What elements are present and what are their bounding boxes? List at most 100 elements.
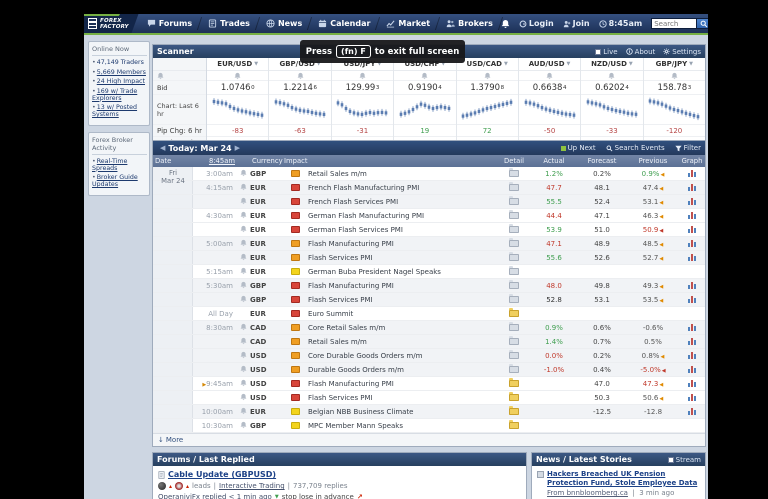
graph-icon[interactable] bbox=[688, 170, 696, 177]
alert-bell-icon[interactable] bbox=[240, 267, 247, 277]
alert-bell-icon[interactable] bbox=[240, 169, 247, 179]
alert-bell-icon[interactable] bbox=[240, 197, 247, 207]
alert-bell-icon[interactable] bbox=[269, 71, 330, 81]
calendar-event-row[interactable]: GBPFlash Services PMI52.853.153.5◀ bbox=[153, 293, 705, 307]
live-checkbox[interactable] bbox=[595, 49, 601, 55]
detail-folder-icon[interactable] bbox=[509, 282, 519, 289]
pair-name[interactable]: NZD/USD▼ bbox=[581, 58, 642, 71]
alert-bell-icon[interactable] bbox=[519, 71, 580, 81]
impact-orange-icon[interactable] bbox=[291, 338, 300, 345]
sidebar-item[interactable]: •5,669 Members bbox=[92, 69, 147, 76]
graph-icon[interactable] bbox=[688, 296, 696, 303]
more-button[interactable]: ↓More bbox=[158, 436, 183, 444]
impact-red-icon[interactable] bbox=[291, 184, 300, 191]
alert-bell-icon[interactable] bbox=[240, 393, 247, 403]
alert-bell-icon[interactable] bbox=[240, 365, 247, 375]
alert-bell-icon[interactable] bbox=[240, 281, 247, 291]
login-button[interactable]: Login bbox=[519, 19, 554, 28]
impact-yellow-icon[interactable] bbox=[291, 422, 300, 429]
detail-folder-icon[interactable] bbox=[509, 408, 519, 415]
sidebar-item[interactable]: •13 w/ Posted Systems bbox=[92, 104, 147, 118]
pair-name[interactable]: USD/CAD▼ bbox=[457, 58, 518, 71]
graph-icon[interactable] bbox=[688, 352, 696, 359]
chart-row-label[interactable]: Chart: Last 6 hr bbox=[153, 95, 206, 125]
detail-folder-icon[interactable] bbox=[509, 310, 519, 317]
impact-red-icon[interactable] bbox=[291, 394, 300, 401]
calendar-event-row[interactable]: CADRetail Sales m/m1.4%0.7%0.5% bbox=[153, 335, 705, 349]
alert-bell-icon[interactable] bbox=[240, 183, 247, 193]
nav-tab-forums[interactable]: Forums bbox=[139, 14, 200, 33]
calendar-event-row[interactable]: 10:30amGBPMPC Member Mann Speaks bbox=[153, 419, 705, 433]
detail-folder-icon[interactable] bbox=[509, 366, 519, 373]
calendar-event-row[interactable]: USDDurable Goods Orders m/m-1.0%0.4%-5.0… bbox=[153, 363, 705, 377]
sparkline-chart[interactable] bbox=[644, 95, 705, 125]
alert-bell-icon[interactable] bbox=[240, 253, 247, 263]
calendar-event-row[interactable]: 3:00amGBPRetail Sales m/m1.2%0.2%0.9%◀ bbox=[153, 167, 705, 181]
alert-bell-icon[interactable] bbox=[240, 379, 247, 389]
sidebar-item[interactable]: •Real-Time Spreads bbox=[92, 158, 147, 172]
impact-yellow-icon[interactable] bbox=[291, 408, 300, 415]
calendar-prev-day-arrow[interactable]: ◀ bbox=[157, 144, 168, 152]
clock-time[interactable]: 8:45am bbox=[599, 19, 643, 28]
pair-name[interactable]: AUD/USD▼ bbox=[519, 58, 580, 71]
graph-icon[interactable] bbox=[688, 184, 696, 191]
alert-bell-icon[interactable] bbox=[581, 71, 642, 81]
calendar-event-row[interactable]: USDFlash Services PMI50.350.6◀ bbox=[153, 391, 705, 405]
sparkline-chart[interactable] bbox=[581, 95, 642, 125]
impact-orange-icon[interactable] bbox=[291, 324, 300, 331]
alert-bell-icon[interactable] bbox=[394, 71, 455, 81]
pair-name[interactable]: EUR/USD▼ bbox=[207, 58, 268, 71]
impact-red-icon[interactable] bbox=[291, 380, 300, 387]
avatar[interactable] bbox=[175, 482, 183, 490]
news-story-link[interactable]: Hackers Breached UK Pension Protection F… bbox=[547, 470, 697, 487]
detail-folder-icon[interactable] bbox=[509, 338, 519, 345]
alert-bell-icon[interactable] bbox=[240, 239, 247, 249]
detail-folder-icon[interactable] bbox=[509, 324, 519, 331]
join-button[interactable]: Join bbox=[563, 19, 590, 28]
forex-factory-logo[interactable]: FOREX FACTORY bbox=[84, 14, 129, 33]
sparkline-chart[interactable] bbox=[519, 95, 580, 125]
impact-orange-icon[interactable] bbox=[291, 366, 300, 373]
impact-orange-icon[interactable] bbox=[291, 170, 300, 177]
alert-bell-icon[interactable] bbox=[240, 407, 247, 417]
sparkline-chart[interactable] bbox=[332, 95, 393, 125]
alert-bell-icon[interactable] bbox=[207, 71, 268, 81]
calendar-event-row[interactable]: 4:30amEURGerman Flash Manufacturing PMI4… bbox=[153, 209, 705, 223]
alert-bell-icon[interactable] bbox=[240, 351, 247, 361]
detail-folder-icon[interactable] bbox=[509, 380, 519, 387]
calendar-event-row[interactable]: EURGerman Flash Services PMI53.951.050.9… bbox=[153, 223, 705, 237]
nav-tab-market[interactable]: Market bbox=[378, 14, 438, 33]
impact-red-icon[interactable] bbox=[291, 198, 300, 205]
news-source-link[interactable]: From bnnbloomberg.ca bbox=[547, 489, 628, 497]
impact-orange-icon[interactable] bbox=[291, 352, 300, 359]
detail-folder-icon[interactable] bbox=[509, 296, 519, 303]
sparkline-chart[interactable] bbox=[457, 95, 518, 125]
up-next-button[interactable]: Up Next bbox=[561, 144, 596, 152]
pair-name[interactable]: GBP/JPY▼ bbox=[644, 58, 705, 71]
detail-folder-icon[interactable] bbox=[509, 226, 519, 233]
detail-folder-icon[interactable] bbox=[509, 394, 519, 401]
calendar-event-row[interactable]: 8:30amCADCore Retail Sales m/m0.9%0.6%-0… bbox=[153, 321, 705, 335]
alert-bell-icon[interactable] bbox=[240, 295, 247, 305]
graph-icon[interactable] bbox=[688, 212, 696, 219]
search-input[interactable] bbox=[651, 18, 697, 29]
impact-red-icon[interactable] bbox=[291, 296, 300, 303]
sidebar-item[interactable]: •24 High Impact bbox=[92, 78, 147, 85]
col-current-time-link[interactable]: 8:45am bbox=[193, 157, 237, 165]
impact-red-icon[interactable] bbox=[291, 282, 300, 289]
avatar[interactable] bbox=[158, 482, 166, 490]
scanner-live-toggle[interactable]: Live bbox=[595, 48, 617, 56]
search-events-button[interactable]: Search Events bbox=[606, 144, 665, 152]
graph-icon[interactable] bbox=[688, 380, 696, 387]
graph-icon[interactable] bbox=[688, 226, 696, 233]
expand-caret-icon[interactable]: ▼ bbox=[275, 494, 279, 499]
calendar-event-row[interactable]: 5:15amEURGerman Buba President Nagel Spe… bbox=[153, 265, 705, 279]
graph-icon[interactable] bbox=[688, 324, 696, 331]
alert-bell-icon[interactable] bbox=[457, 71, 518, 81]
stream-checkbox[interactable] bbox=[668, 457, 674, 463]
search-button[interactable] bbox=[697, 18, 708, 29]
stream-toggle[interactable]: Stream bbox=[668, 456, 701, 464]
scanner-about-button[interactable]: About bbox=[626, 48, 656, 56]
alert-bell-icon[interactable] bbox=[240, 421, 247, 431]
sparkline-chart[interactable] bbox=[394, 95, 455, 125]
